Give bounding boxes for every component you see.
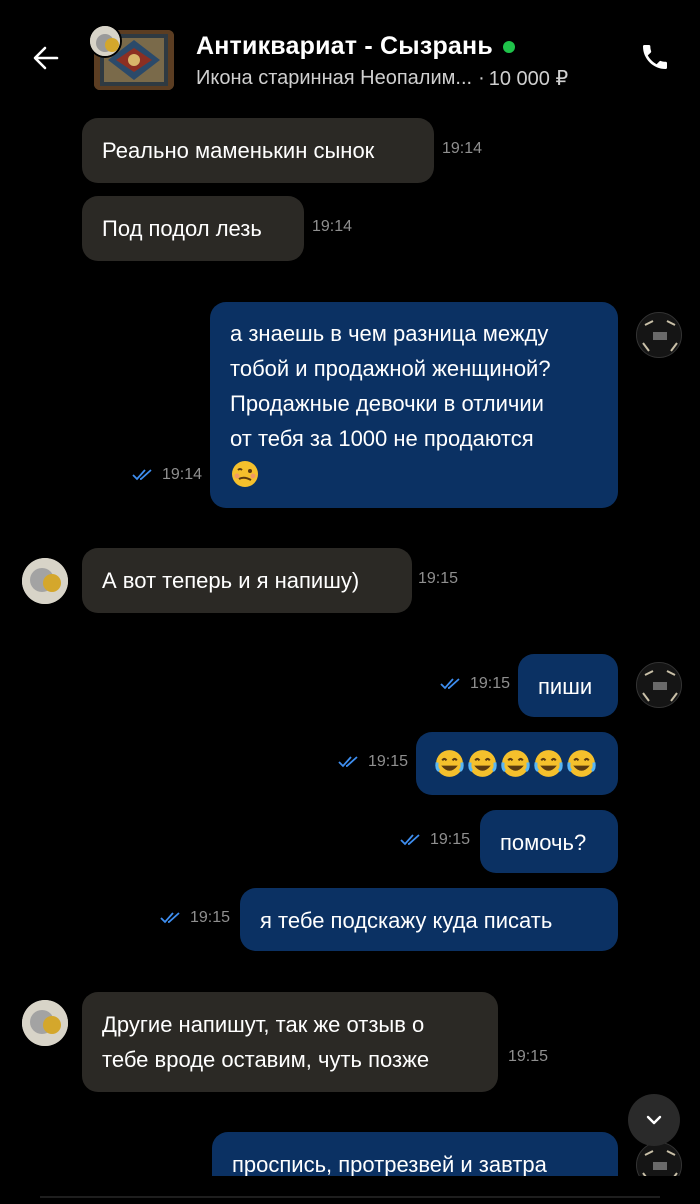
message-time: 19:14 xyxy=(312,218,353,235)
joy-emoji xyxy=(468,750,497,777)
message-text: проспись, протрезвей и завтра xyxy=(232,1152,547,1177)
my-avatar[interactable] xyxy=(636,312,682,358)
message-text-line: а знаешь в чем разница между xyxy=(230,321,549,346)
message-time: 19:14 xyxy=(132,466,202,484)
message-text: Под подол лезь xyxy=(102,216,262,241)
message-time: 19:15 xyxy=(160,909,230,927)
message-text-line: Продажные девочки в отличии xyxy=(230,391,544,416)
message-text-line: тобой и продажной женщиной? xyxy=(230,356,551,381)
message-time: 19:15 xyxy=(400,831,470,849)
double-check-icon xyxy=(338,755,360,769)
chat-header: Антиквариат - Сызрань Икона старинная Не… xyxy=(0,0,700,112)
message-text: пиши xyxy=(538,674,593,699)
arrow-left-icon xyxy=(33,46,59,70)
message-text: помочь? xyxy=(500,830,587,855)
woozy-face-emoji xyxy=(232,461,258,487)
back-button[interactable] xyxy=(22,34,70,82)
message-text: Реально маменькин сынок xyxy=(102,138,375,163)
incoming-message[interactable]: А вот теперь и я напишу) xyxy=(82,548,412,613)
outgoing-message[interactable]: я тебе подскажу куда писать xyxy=(240,888,618,951)
message-time: 19:15 xyxy=(418,570,459,587)
scroll-to-bottom-button[interactable] xyxy=(628,1094,680,1146)
chat-title[interactable]: Антиквариат - Сызрань xyxy=(196,32,493,61)
message-time: 19:14 xyxy=(442,140,483,157)
outgoing-message[interactable]: пиши xyxy=(518,654,618,717)
bottom-bar xyxy=(0,1176,700,1204)
joy-emoji xyxy=(567,750,596,777)
outgoing-message[interactable]: помочь? xyxy=(480,810,618,873)
incoming-message[interactable]: Под подол лезь xyxy=(82,196,304,261)
double-check-icon xyxy=(160,911,182,925)
message-time: 19:15 xyxy=(440,675,510,693)
message-text-line: Другие напишут, так же отзыв о xyxy=(102,1012,425,1037)
outgoing-message[interactable] xyxy=(416,732,618,795)
incoming-message[interactable]: Реально маменькин сынок xyxy=(82,118,434,183)
joy-emoji xyxy=(501,750,530,777)
phone-icon xyxy=(643,45,667,69)
emoji-row xyxy=(434,747,600,780)
separator-dot: · xyxy=(478,67,485,89)
joy-emoji xyxy=(435,750,464,777)
online-status-dot xyxy=(502,40,515,53)
seller-avatar-small xyxy=(88,24,122,58)
message-text-line: от тебя за 1000 не продаются xyxy=(230,426,534,451)
divider xyxy=(40,1196,660,1198)
double-check-icon xyxy=(400,833,422,847)
product-name: Икона старинная Неопалим... xyxy=(196,67,473,89)
product-price: 10 000 ₽ xyxy=(488,68,569,90)
chevron-down-icon xyxy=(646,1115,662,1125)
outgoing-message[interactable]: а знаешь в чем разница между тобой и про… xyxy=(210,302,618,508)
product-info[interactable]: Икона старинная Неопалим... · 10 000 ₽ xyxy=(196,66,568,91)
incoming-message[interactable]: Другие напишут, так же отзыв о тебе врод… xyxy=(82,992,498,1092)
message-time: 19:15 xyxy=(508,1048,549,1065)
seller-avatar[interactable] xyxy=(22,1000,68,1046)
message-time: 19:15 xyxy=(338,753,408,771)
double-check-icon xyxy=(440,677,462,691)
message-text: я тебе подскажу куда писать xyxy=(260,908,553,933)
call-button[interactable] xyxy=(632,34,678,80)
double-check-icon xyxy=(132,468,154,482)
message-text-line: тебе вроде оставим, чуть позже xyxy=(102,1047,430,1072)
message-text: А вот теперь и я напишу) xyxy=(102,568,360,593)
joy-emoji xyxy=(534,750,563,777)
seller-avatar[interactable] xyxy=(22,558,68,604)
my-avatar[interactable] xyxy=(636,662,682,708)
